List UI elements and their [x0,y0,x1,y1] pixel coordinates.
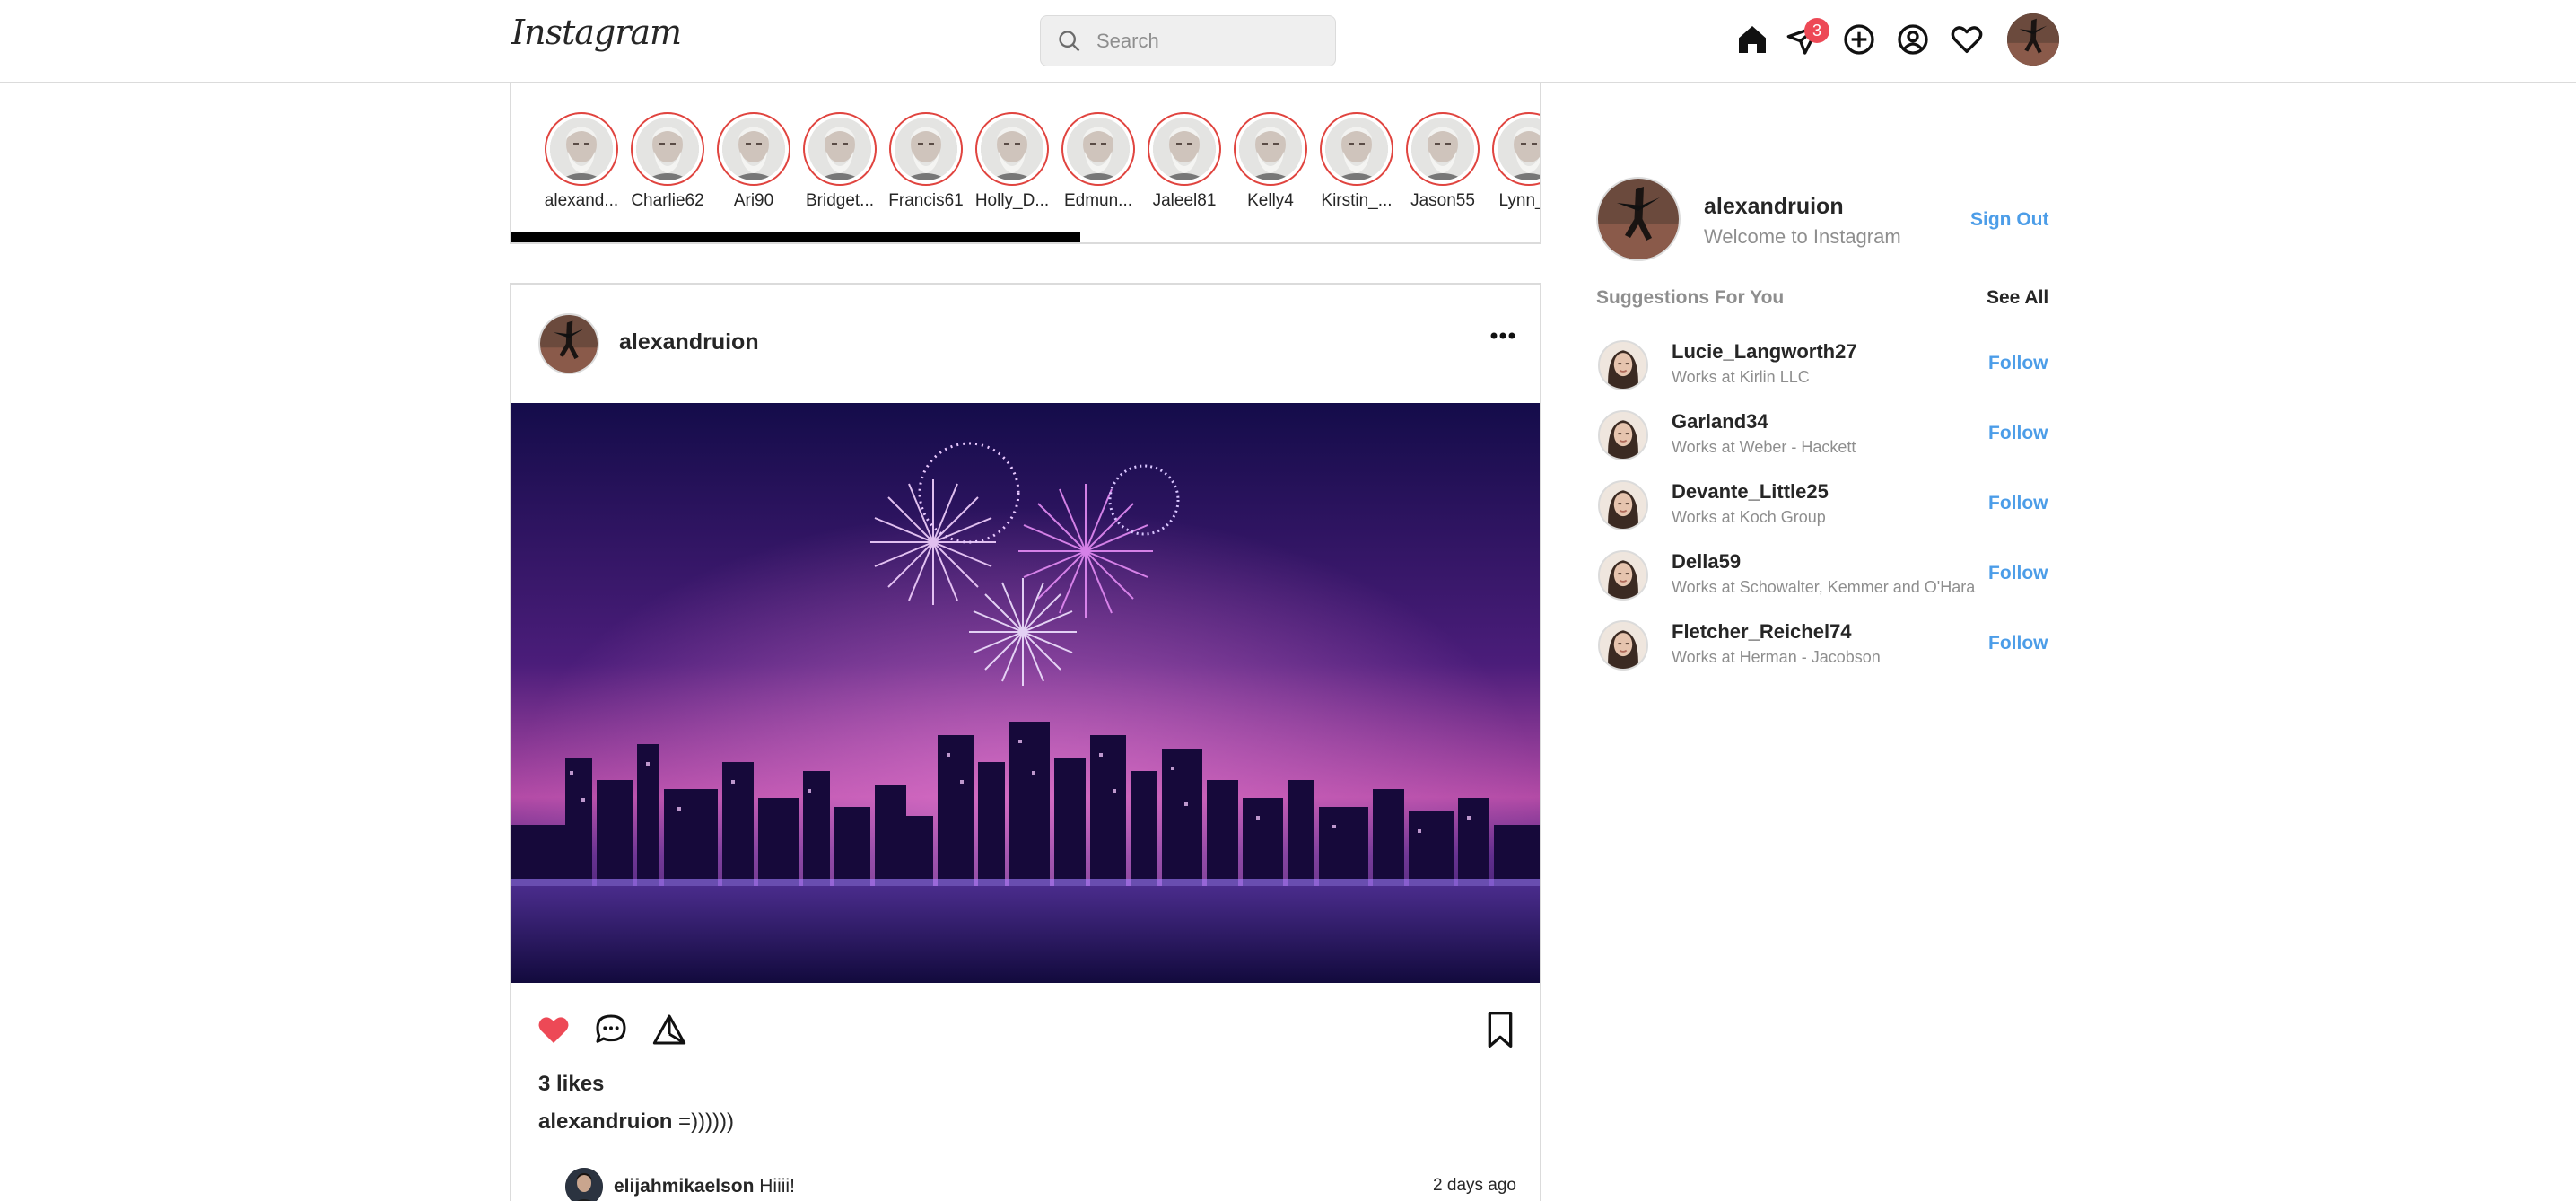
follow-button[interactable]: Follow [1988,633,2048,654]
search-box[interactable] [1040,15,1336,66]
post-author-username[interactable]: alexandruion [619,329,759,355]
suggestion-username[interactable]: Della59 [1672,550,1741,574]
search-input[interactable] [1095,27,1323,56]
suggestions-heading: Suggestions For You [1596,287,1785,308]
story-item[interactable]: Jason55 [1402,112,1483,211]
story-item[interactable]: Holly_D... [972,112,1052,211]
suggestion-item: Fletcher_Reichel74 Works at Herman - Jac… [1596,617,2049,679]
current-user-username[interactable]: alexandruion [1704,194,1844,220]
suggestion-subtitle: Works at Weber - Hackett [1672,438,1856,456]
like-heart-icon[interactable] [536,1012,572,1048]
suggestion-item: Della59 Works at Schowalter, Kemmer and … [1596,547,2049,609]
suggestion-avatar[interactable] [1598,480,1648,530]
comment-body: Hiiii! [759,1176,795,1197]
story-name: Holly_D... [974,191,1050,210]
story-item[interactable]: Kelly4 [1230,112,1311,211]
story-item[interactable]: Francis61 [886,112,966,211]
story-item[interactable]: alexand... [541,112,622,211]
suggestion-subtitle: Works at Kirlin LLC [1672,368,1810,386]
stories-bar: alexand... Charlie62 Ari90 Bridget... Fr… [510,83,1541,244]
caption-username[interactable]: alexandruion [538,1109,672,1134]
suggestion-item: Garland34 Works at Weber - Hackett [1596,407,2049,469]
suggestion-avatar[interactable] [1598,550,1648,600]
suggestion-username[interactable]: Garland34 [1672,410,1768,434]
new-post-icon[interactable] [1841,22,1877,57]
story-name: Jason55 [1410,191,1475,210]
suggestion-username[interactable]: Lucie_Langworth27 [1672,340,1857,364]
story-name: Lynn_... [1498,191,1540,210]
comment-avatar[interactable] [565,1168,603,1201]
suggestion-username[interactable]: Devante_Little25 [1672,480,1829,504]
suggestion-subtitle: Works at Herman - Jacobson [1672,648,1881,666]
story-item[interactable]: Edmun... [1058,112,1139,211]
welcome-text: Welcome to Instagram [1704,225,1901,248]
suggestion-avatar[interactable] [1598,620,1648,671]
post-image[interactable] [511,403,1540,983]
profile-icon[interactable] [1895,22,1931,57]
story-name: Jaleel81 [1152,191,1217,210]
follow-button[interactable]: Follow [1988,353,2048,374]
follow-button[interactable]: Follow [1988,493,2048,514]
suggestion-username[interactable]: Fletcher_Reichel74 [1672,620,1852,644]
story-item[interactable]: Lynn_... [1489,112,1540,211]
story-item[interactable]: Charlie62 [627,112,708,211]
suggestion-avatar[interactable] [1598,340,1648,390]
likes-count[interactable]: 3 likes [538,1072,604,1097]
top-nav: Instagram 3 [0,0,2576,83]
caption-text: =)))))) [678,1109,735,1134]
story-item[interactable]: Ari90 [713,112,794,211]
suggestion-subtitle: Works at Koch Group [1672,508,1826,526]
suggestion-item: Devante_Little25 Works at Koch Group [1596,477,2049,539]
follow-button[interactable]: Follow [1988,563,2048,584]
comment-text: elijahmikaelson Hiiii! [614,1176,795,1197]
suggestion-item: Lucie_Langworth27 Works at Kirlin LLC [1596,337,2049,399]
story-name: Bridget... [805,191,875,210]
bookmark-icon[interactable] [1482,1010,1518,1049]
see-all-link[interactable]: See All [1987,287,2048,309]
story-item[interactable]: Bridget... [799,112,880,211]
post-caption: alexandruion =)))))) [538,1109,734,1135]
comment-timestamp: 2 days ago [1433,1176,1516,1195]
home-icon[interactable] [1734,22,1770,57]
nav-avatar[interactable] [2007,13,2059,66]
suggestion-subtitle: Works at Schowalter, Kemmer and O'Hara [1672,578,1976,596]
story-name: Edmun... [1063,191,1133,210]
search-icon [1059,31,1080,52]
story-name: Charlie62 [631,191,704,210]
comment-icon[interactable] [593,1012,629,1048]
story-name: Ari90 [733,191,774,210]
current-user-avatar[interactable] [1596,177,1681,261]
story-item[interactable]: Kirstin_... [1316,112,1397,211]
stories-scrollbar[interactable] [511,232,1080,242]
follow-button[interactable]: Follow [1988,423,2048,444]
story-name: Kelly4 [1247,191,1294,210]
post-actions [511,1003,1540,1056]
story-name: Francis61 [888,191,964,210]
suggestion-avatar[interactable] [1598,410,1648,460]
comment-username[interactable]: elijahmikaelson [614,1176,754,1197]
comment-row: elijahmikaelson Hiiii! 2 days ago [565,1168,1516,1201]
story-name: Kirstin_... [1321,191,1393,210]
share-icon[interactable] [651,1012,687,1048]
activity-heart-icon[interactable] [1949,22,1985,57]
story-item[interactable]: Jaleel81 [1144,112,1225,211]
sign-out-button[interactable]: Sign Out [1970,209,2049,231]
instagram-logo[interactable]: Instagram [511,13,682,52]
feed-post: alexandruion 3 likes alexandruion =)))))… [510,283,1541,1201]
more-options-icon[interactable] [1489,331,1516,340]
post-author-avatar[interactable] [538,313,599,374]
messages-badge: 3 [1804,18,1829,43]
story-name: alexand... [544,191,619,210]
